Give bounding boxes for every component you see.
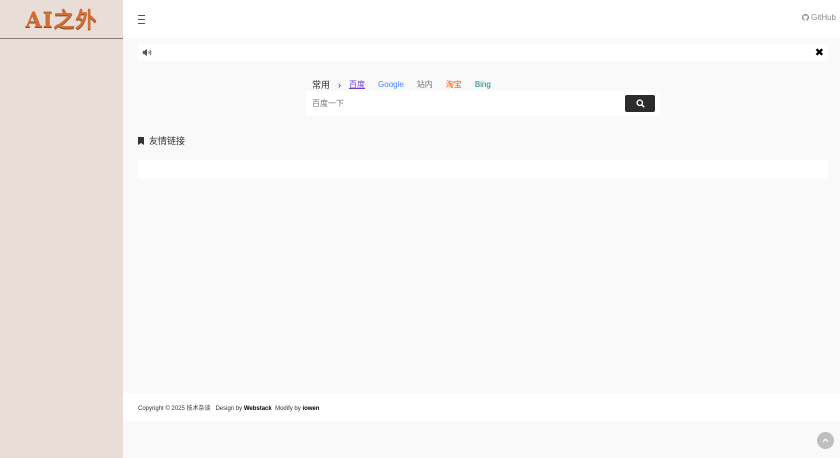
friend-links-heading: 友情链接 bbox=[138, 134, 185, 147]
bookmark-icon bbox=[138, 136, 144, 145]
tab-baidu[interactable]: 百度 bbox=[349, 79, 365, 90]
friend-links-title: 友情链接 bbox=[149, 136, 186, 146]
copyright: Copyright © 2025 技术杂谈 bbox=[138, 406, 211, 412]
back-to-top-button[interactable] bbox=[817, 432, 834, 449]
friend-links-list bbox=[138, 160, 828, 179]
webstack-link[interactable]: Webstack bbox=[244, 406, 272, 412]
search-engine-tabs: 常用 › 百度 Google 站内 淘宝 Bing bbox=[312, 78, 504, 91]
search-group-label[interactable]: 常用 bbox=[312, 78, 330, 91]
footer-text: Copyright © 2025 技术杂谈 Design by Webstack… bbox=[138, 403, 319, 412]
modify-prefix: Modify by bbox=[275, 406, 301, 412]
iowen-link[interactable]: iowen bbox=[302, 406, 319, 412]
site-logo[interactable]: AI之外 bbox=[0, 0, 123, 39]
announcement-bar: ✖ bbox=[138, 44, 828, 61]
chevron-up-icon bbox=[822, 438, 829, 443]
speaker-icon bbox=[142, 48, 152, 57]
menu-toggle-icon[interactable] bbox=[135, 12, 149, 26]
github-label: GitHub bbox=[811, 13, 836, 22]
logo-text: AI之外 bbox=[25, 7, 98, 32]
footer: Copyright © 2025 技术杂谈 Design by Webstack… bbox=[123, 393, 840, 421]
top-bar: GitHub bbox=[123, 0, 840, 38]
tab-bing[interactable]: Bing bbox=[475, 80, 491, 89]
tab-google[interactable]: Google bbox=[378, 80, 404, 89]
github-icon bbox=[802, 14, 810, 21]
search-input[interactable] bbox=[312, 96, 612, 111]
search-icon bbox=[635, 99, 645, 108]
tab-taobao[interactable]: 淘宝 bbox=[446, 79, 462, 90]
search-box bbox=[306, 91, 660, 116]
search-button[interactable] bbox=[625, 95, 655, 112]
github-link[interactable]: GitHub bbox=[802, 13, 836, 22]
design-prefix: Design by bbox=[215, 406, 243, 412]
sidebar: AI之外 bbox=[0, 0, 123, 458]
close-icon[interactable]: ✖ bbox=[815, 46, 824, 59]
tab-site-search[interactable]: 站内 bbox=[417, 79, 433, 90]
chevron-right-icon: › bbox=[338, 79, 342, 90]
